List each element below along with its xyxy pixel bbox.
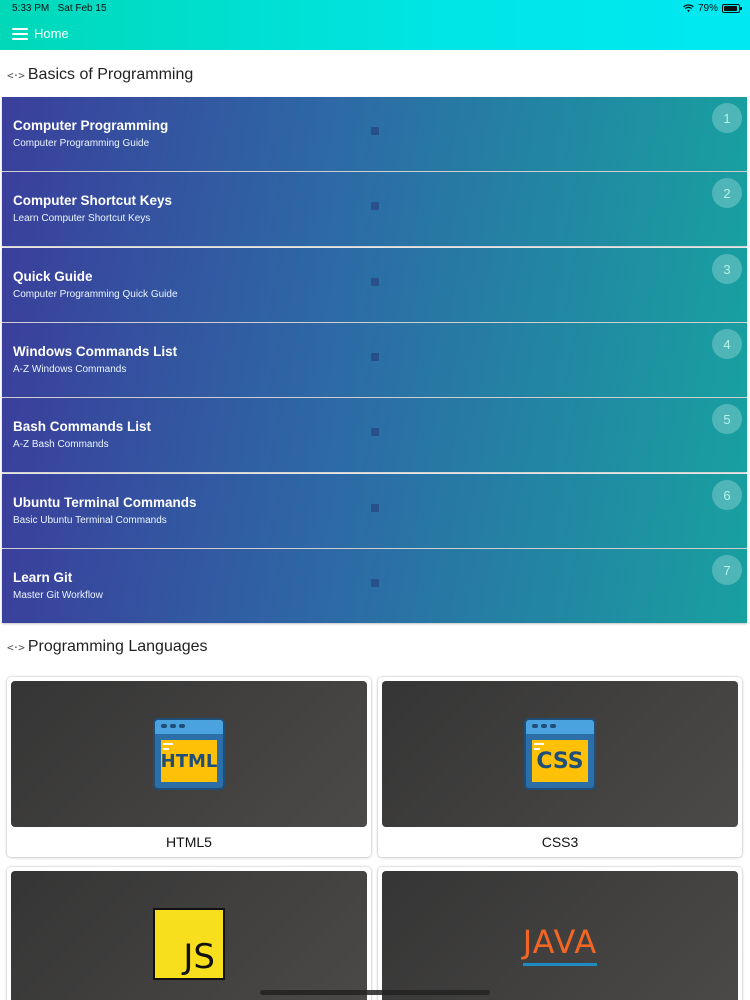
topic-subtitle: A-Z Windows Commands	[13, 364, 127, 375]
topic-card[interactable]: Bash Commands List A-Z Bash Commands 5	[2, 398, 747, 472]
css-logo-icon: CSS	[524, 718, 596, 790]
card-marker	[371, 202, 379, 210]
topic-card[interactable]: Computer Shortcut Keys Learn Computer Sh…	[2, 172, 747, 246]
language-label: HTML5	[166, 834, 212, 850]
card-marker	[371, 579, 379, 587]
topic-title: Computer Programming	[13, 118, 169, 133]
status-right: 79%	[683, 3, 742, 14]
home-indicator[interactable]	[260, 990, 490, 995]
section-header-languages: <·> Programming Languages	[7, 638, 208, 656]
language-image: JAVA	[382, 871, 738, 1000]
topic-card[interactable]: Computer Programming Computer Programmin…	[2, 97, 747, 171]
topic-title: Learn Git	[13, 570, 73, 585]
topic-subtitle: A-Z Bash Commands	[13, 439, 109, 450]
topic-subtitle: Basic Ubuntu Terminal Commands	[13, 515, 167, 526]
js-logo-text: JS	[183, 937, 215, 977]
language-image: JS	[11, 871, 367, 1000]
topic-subtitle: Computer Programming Guide	[13, 138, 150, 149]
nav-bar: Home	[12, 26, 69, 41]
topic-number-badge: 5	[712, 404, 742, 434]
card-marker	[371, 353, 379, 361]
topic-number-badge: 6	[712, 480, 742, 510]
code-icon: <·>	[7, 640, 25, 654]
java-logo-text: JAVA	[522, 922, 598, 961]
topic-number-badge: 4	[712, 329, 742, 359]
topic-title: Windows Commands List	[13, 344, 178, 359]
language-card-java[interactable]: JAVA	[378, 867, 742, 1000]
top-bar: 5:33 PM Sat Feb 15 79% Home	[0, 0, 750, 50]
javascript-logo-icon: JS	[153, 908, 225, 980]
topic-card[interactable]: Learn Git Master Git Workflow 7	[2, 549, 747, 623]
battery-icon	[722, 4, 742, 13]
section-header-basics: <·> Basics of Programming	[7, 66, 193, 84]
topic-number-badge: 3	[712, 254, 742, 284]
card-marker	[371, 127, 379, 135]
battery-percent: 79%	[697, 3, 718, 14]
status-date: Sat Feb 15	[57, 3, 107, 14]
status-time: 5:33 PM	[12, 3, 50, 14]
code-icon: <·>	[7, 68, 25, 82]
status-time-date: 5:33 PM Sat Feb 15	[12, 3, 107, 14]
wifi-icon	[683, 4, 694, 13]
section-title: Basics of Programming	[27, 66, 194, 83]
topic-title: Quick Guide	[13, 269, 93, 284]
card-marker	[371, 504, 379, 512]
language-image: CSS	[382, 681, 738, 827]
html-logo-icon: HTML	[153, 718, 225, 790]
topic-subtitle: Master Git Workflow	[13, 590, 103, 601]
menu-icon[interactable]	[12, 27, 28, 40]
topic-card[interactable]: Quick Guide Computer Programming Quick G…	[2, 248, 747, 322]
language-card-css3[interactable]: CSS CSS3	[378, 677, 742, 857]
topic-number-badge: 2	[712, 178, 742, 208]
section-title: Programming Languages	[27, 638, 208, 655]
nav-title: Home	[34, 26, 69, 41]
language-image: HTML	[11, 681, 367, 827]
topic-card[interactable]: Ubuntu Terminal Commands Basic Ubuntu Te…	[2, 474, 747, 548]
card-marker	[371, 428, 379, 436]
html-logo-text: HTML	[160, 750, 218, 772]
topic-number-badge: 1	[712, 103, 742, 133]
topic-title: Bash Commands List	[13, 419, 152, 434]
card-marker	[371, 278, 379, 286]
topic-title: Ubuntu Terminal Commands	[13, 495, 197, 510]
language-label: CSS3	[541, 834, 579, 850]
language-card-html5[interactable]: HTML HTML5	[7, 677, 371, 857]
java-logo-icon: JAVA	[523, 923, 597, 966]
topic-number-badge: 7	[712, 555, 742, 585]
topic-title: Computer Shortcut Keys	[13, 193, 173, 208]
language-card-javascript[interactable]: JS	[7, 867, 371, 1000]
topic-card[interactable]: Windows Commands List A-Z Windows Comman…	[2, 323, 747, 397]
topic-subtitle: Computer Programming Quick Guide	[13, 289, 178, 300]
topic-subtitle: Learn Computer Shortcut Keys	[13, 213, 151, 224]
